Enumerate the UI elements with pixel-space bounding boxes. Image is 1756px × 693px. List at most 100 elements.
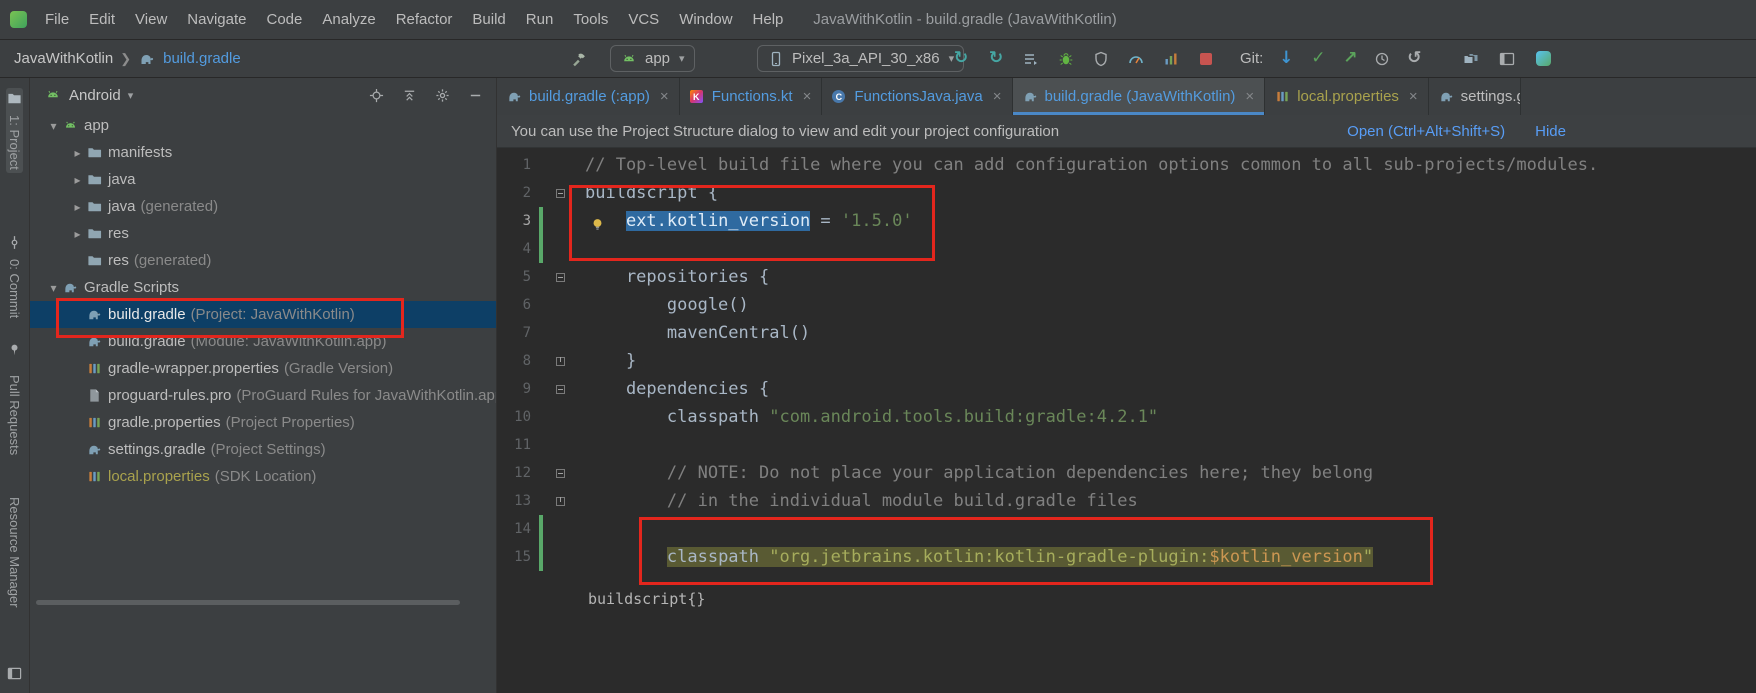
update-project-icon[interactable]: ↓ [1277, 50, 1295, 68]
editor-line[interactable]: 10 classpath "com.android.tools.build:gr… [497, 403, 1756, 431]
tree-item-res-generated[interactable]: res (generated) [30, 247, 496, 274]
line-number[interactable]: 2 [497, 179, 531, 207]
breadcrumb-project[interactable]: JavaWithKotlin [14, 50, 113, 67]
editor-line[interactable]: 9 dependencies { [497, 375, 1756, 403]
chevron-right-icon[interactable]: ▸ [68, 146, 87, 160]
attach-debugger-icon[interactable] [1022, 50, 1040, 68]
menu-item-view[interactable]: View [125, 0, 177, 40]
gradient-badge-icon[interactable] [1534, 50, 1552, 68]
hide-panel-icon[interactable] [466, 86, 484, 104]
fold-open-icon[interactable] [543, 263, 577, 291]
line-number[interactable]: 4 [497, 235, 531, 263]
tree-item-build-gradle-module-javawithkotlin-app[interactable]: build.gradle (Module: JavaWithKotlin.app) [30, 328, 496, 355]
tree-item-gradle-wrapper-properties-gradle-version[interactable]: gradle-wrapper.properties (Gradle Version… [30, 355, 496, 382]
rollback-icon[interactable]: ↺ [1405, 50, 1423, 68]
tool-stripe-0-commit[interactable]: 0: Commit [7, 235, 22, 318]
tree-item-build-gradle-project-javawithkotlin[interactable]: build.gradle (Project: JavaWithKotlin) [30, 301, 496, 328]
tab-settings-gradle[interactable]: settings.gradle× [1429, 78, 1521, 115]
menu-item-refactor[interactable]: Refactor [386, 0, 463, 40]
menu-item-window[interactable]: Window [669, 0, 742, 40]
line-number[interactable]: 1 [497, 151, 531, 179]
editor-line[interactable]: 5 repositories { [497, 263, 1756, 291]
stripe-bottom-icon[interactable] [7, 666, 22, 685]
project-view-selector[interactable]: Android [69, 87, 121, 104]
debug-icon[interactable] [1057, 50, 1075, 68]
tool-window-layout-icon[interactable] [1498, 50, 1516, 68]
editor-line[interactable]: 1 // Top-level build file where you can a… [497, 151, 1756, 179]
apply-changes-icon[interactable]: ↻ [952, 50, 970, 68]
device-file-explorer-icon[interactable] [1462, 50, 1480, 68]
profiler-icon[interactable] [1162, 50, 1180, 68]
collapse-all-icon[interactable] [400, 86, 418, 104]
fold-open-icon[interactable] [543, 375, 577, 403]
tool-stripe-pull-requests[interactable]: Pull Requests [7, 375, 22, 455]
commit-check-icon[interactable]: ✓ [1309, 50, 1327, 68]
editor-line[interactable]: 11 [497, 431, 1756, 459]
editor-line[interactable]: 2 buildscript { [497, 179, 1756, 207]
stop-icon[interactable] [1197, 50, 1215, 68]
tree-item-settings-gradle-project-settings[interactable]: settings.gradle (Project Settings) [30, 436, 496, 463]
tab-build-gradle-javawithkotlin[interactable]: build.gradle (JavaWithKotlin) × [1012, 78, 1266, 115]
open-project-structure-link[interactable]: Open (Ctrl+Alt+Shift+S) [1347, 123, 1505, 140]
editor-breadcrumb[interactable]: buildscript{} [588, 590, 705, 608]
fold-open-icon[interactable] [543, 179, 577, 207]
editor-line[interactable]: 15 classpath "org.jetbrains.kotlin:kotli… [497, 543, 1756, 571]
editor-line[interactable]: 14 [497, 515, 1756, 543]
tree-item-gradle-properties-project-properties[interactable]: gradle.properties (Project Properties) [30, 409, 496, 436]
line-number[interactable]: 15 [497, 543, 531, 571]
breadcrumb-file[interactable]: build.gradle [163, 50, 241, 67]
profiler-gauge-icon[interactable] [1127, 50, 1145, 68]
chevron-right-icon[interactable]: ▸ [68, 200, 87, 214]
run-config-selector[interactable]: app ▾ [610, 45, 695, 72]
build-hammer-icon[interactable] [570, 50, 588, 68]
editor-line[interactable]: 13 // in the individual module build.gra… [497, 487, 1756, 515]
horizontal-scrollbar[interactable] [36, 600, 460, 605]
editor-line[interactable]: 3 ext.kotlin_version = '1.5.0' [497, 207, 1756, 235]
profile-icon[interactable] [1092, 50, 1110, 68]
line-number[interactable]: 11 [497, 431, 531, 459]
chevron-down-icon[interactable]: ▾ [44, 119, 63, 133]
tree-item-java[interactable]: ▸ java [30, 166, 496, 193]
menu-item-tools[interactable]: Tools [563, 0, 618, 40]
close-icon[interactable]: × [1245, 88, 1254, 105]
chevron-right-icon[interactable]: ▸ [68, 173, 87, 187]
apply-code-changes-icon[interactable]: ↻ [987, 50, 1005, 68]
tab-build-gradle-app[interactable]: build.gradle (:app) × [497, 78, 680, 115]
tree-item-app[interactable]: ▾ app [30, 112, 496, 139]
menu-item-build[interactable]: Build [462, 0, 515, 40]
editor-line[interactable]: 12 // NOTE: Do not place your applicatio… [497, 459, 1756, 487]
fold-close-icon[interactable] [543, 487, 577, 515]
menu-item-run[interactable]: Run [516, 0, 564, 40]
line-number[interactable]: 14 [497, 515, 531, 543]
editor-line[interactable]: 7 mavenCentral() [497, 319, 1756, 347]
chevron-down-icon[interactable]: ▾ [44, 281, 63, 295]
tree-item-java-generated[interactable]: ▸ java (generated) [30, 193, 496, 220]
tool-stripe-resource-manager[interactable]: Resource Manager [7, 497, 22, 608]
menu-item-help[interactable]: Help [743, 0, 794, 40]
chevron-down-icon[interactable]: ▾ [128, 89, 134, 102]
editor-line[interactable]: 6 google() [497, 291, 1756, 319]
line-number[interactable]: 6 [497, 291, 531, 319]
menu-item-navigate[interactable]: Navigate [177, 0, 256, 40]
tab-local-properties[interactable]: local.properties × [1265, 78, 1429, 115]
menu-item-code[interactable]: Code [256, 0, 312, 40]
tool-stripe-1-project[interactable]: 1: Project [6, 88, 23, 173]
menu-item-analyze[interactable]: Analyze [312, 0, 385, 40]
tool-stripe-pin[interactable] [7, 342, 22, 361]
app-icon[interactable] [10, 11, 27, 28]
fold-open-icon[interactable] [543, 459, 577, 487]
close-icon[interactable]: × [660, 88, 669, 105]
menu-item-vcs[interactable]: VCS [618, 0, 669, 40]
tree-item-gradle-scripts[interactable]: ▾ Gradle Scripts [30, 274, 496, 301]
device-selector[interactable]: Pixel_3a_API_30_x86 ▾ [757, 45, 965, 72]
tree-item-manifests[interactable]: ▸ manifests [30, 139, 496, 166]
line-number[interactable]: 13 [497, 487, 531, 515]
hide-notification-link[interactable]: Hide [1535, 123, 1566, 140]
settings-gear-icon[interactable] [433, 86, 451, 104]
line-number[interactable]: 5 [497, 263, 531, 291]
tree-item-proguard-rules-pro-proguard-rules-for-javawithkotlin-app[interactable]: proguard-rules.pro (ProGuard Rules for Ja… [30, 382, 496, 409]
line-number[interactable]: 3 [497, 207, 531, 235]
menu-item-edit[interactable]: Edit [79, 0, 125, 40]
editor-line[interactable]: 8 } [497, 347, 1756, 375]
close-icon[interactable]: × [803, 88, 812, 105]
